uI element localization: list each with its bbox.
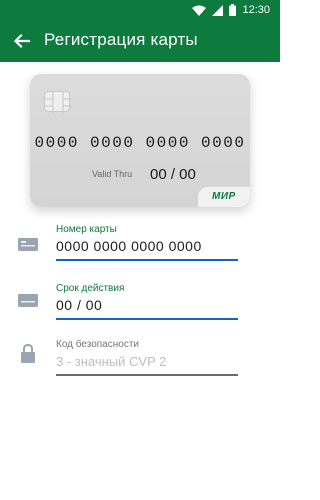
wifi-icon [192,5,207,16]
expiry-field[interactable]: Срок действия 00 / 00 [0,283,280,331]
status-time: 12:30 [242,4,270,16]
battery-icon [229,4,237,16]
valid-thru-label: Valid Thru [92,169,133,179]
status-icons: 12:30 [192,3,270,17]
mir-logo: МИР [212,191,236,202]
expiry-input[interactable]: 00 / 00 [56,297,102,313]
card-icon [18,238,38,251]
card-number-field[interactable]: Номер карты 0000 0000 0000 0000 [0,224,280,272]
card-number-underline [56,259,238,261]
status-bar: 12:30 [0,0,280,20]
cvv-field[interactable]: Код безопасности [0,339,280,387]
page-title: Регистрация карты [44,30,198,49]
expiry-label: Срок действия [56,283,125,294]
card-number-label: Номер карты [56,224,117,235]
card-brand-tab: МИР [198,187,250,207]
back-button[interactable] [12,31,32,51]
cvv-underline [56,374,238,376]
signal-icon [212,4,224,16]
cvv-label: Код безопасности [56,339,139,350]
lock-icon [21,344,35,363]
bank-card-preview: 0000 0000 0000 0000 Valid Thru 00 / 00 М… [30,74,250,207]
chip-icon [44,91,71,113]
cvv-input[interactable] [56,351,236,371]
back-arrow-icon [13,33,31,49]
card-number-input[interactable]: 0000 0000 0000 0000 [56,238,202,254]
card-icon [18,294,38,307]
valid-thru-value: 00 / 00 [150,166,196,183]
app-bar: Регистрация карты [0,20,280,62]
card-number-display: 0000 0000 0000 0000 [34,134,246,152]
expiry-underline [56,318,238,320]
